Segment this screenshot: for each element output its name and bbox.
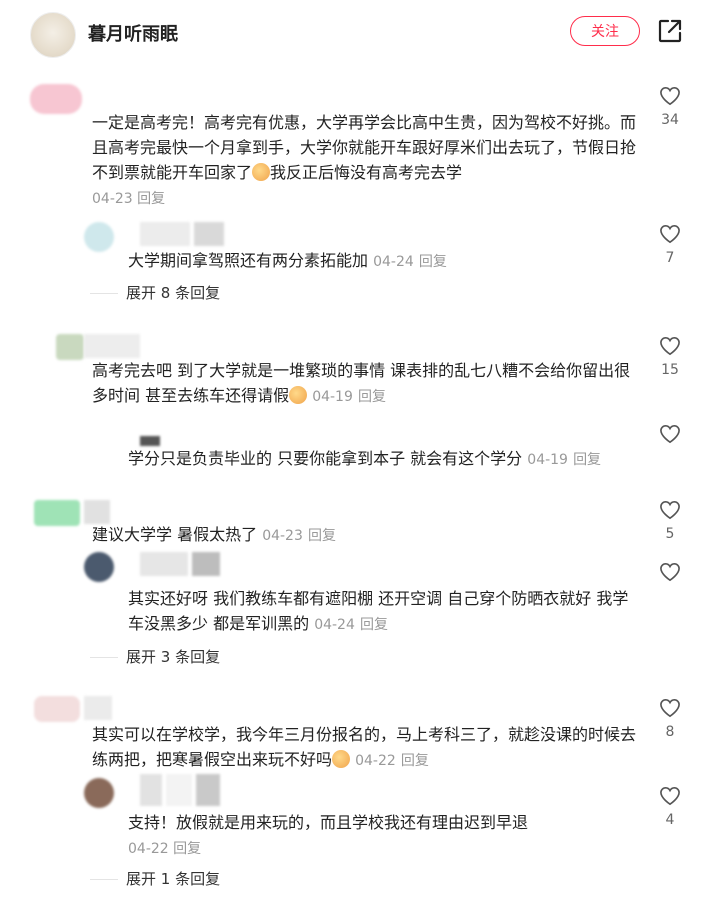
username-redacted	[84, 334, 140, 358]
heart-icon	[660, 336, 680, 356]
reply-button[interactable]: 回复	[573, 452, 601, 468]
username-redacted	[84, 696, 112, 720]
comment-date: 04-23	[92, 191, 133, 207]
divider	[90, 293, 118, 294]
like-count: 4	[665, 812, 675, 828]
comment-meta: 04-22 回复	[128, 838, 201, 858]
comment-date: 04-24	[373, 254, 414, 270]
reply-button[interactable]: 回复	[137, 191, 165, 207]
reply-button[interactable]: 回复	[358, 389, 386, 405]
comment-date: 04-22	[128, 841, 169, 857]
heart-icon	[660, 562, 680, 582]
comment-text: 一定是高考完！高考完有优惠，大学再学会比高中生贵，因为驾校不好挑。而且高考完最快…	[92, 113, 637, 182]
heart-icon	[660, 224, 680, 244]
comment-date: 04-23	[262, 528, 303, 544]
follow-button[interactable]: 关注	[570, 16, 640, 46]
heart-icon	[660, 86, 680, 106]
comment-text: 其实可以在学校学，我今年三月份报名的，马上考科三了，就趁没课的时候去练两把，把寒…	[92, 725, 637, 769]
avatar[interactable]	[84, 222, 114, 252]
like-button[interactable]	[650, 562, 690, 582]
reply-text: 其实还好呀 我们教练车都有遮阳棚 还开空调 自己穿个防晒衣就好 我学车没黑多少 …	[128, 589, 629, 633]
comment-text: 高考完去吧 到了大学就是一堆繁琐的事情 课表排的乱七八糟不会给你留出很多时间 甚…	[92, 361, 631, 405]
divider	[90, 657, 118, 658]
like-count: 5	[665, 526, 675, 542]
avatar[interactable]	[34, 696, 80, 722]
reply-text: 大学期间拿驾照还有两分素拓能加 04-24 回复	[128, 251, 447, 270]
comment-date: 04-19	[527, 452, 568, 468]
author-avatar[interactable]	[30, 12, 76, 58]
expand-replies[interactable]: 展开 1 条回复	[90, 868, 220, 889]
like-button[interactable]: 15	[650, 336, 690, 378]
reply-text: 学分只是负责毕业的 只要你能拿到本子 就会有这个学分 04-19 回复	[128, 449, 602, 468]
reply-button[interactable]: 回复	[308, 528, 336, 544]
reply-button[interactable]: 回复	[360, 617, 388, 633]
divider	[90, 879, 118, 880]
comment-date: 04-24	[314, 617, 355, 633]
expand-replies[interactable]: 展开 3 条回复	[90, 646, 220, 667]
reply-button[interactable]: 回复	[419, 254, 447, 270]
share-icon[interactable]	[657, 18, 683, 44]
like-count: 8	[665, 724, 675, 740]
expand-replies[interactable]: 展开 8 条回复	[90, 282, 220, 303]
emoji-icon	[289, 386, 308, 404]
comment-date: 04-19	[312, 389, 353, 405]
like-count: 15	[661, 362, 679, 378]
avatar[interactable]	[84, 552, 114, 582]
heart-icon	[660, 698, 680, 718]
comment-meta: 04-23 回复	[92, 188, 165, 208]
avatar[interactable]	[84, 778, 114, 808]
emoji-icon	[252, 163, 271, 181]
avatar[interactable]	[34, 500, 80, 526]
like-button[interactable]: 7	[650, 224, 690, 266]
like-button[interactable]: 5	[650, 500, 690, 542]
avatar[interactable]	[56, 334, 84, 360]
emoji-icon	[332, 750, 351, 768]
username-redacted	[140, 774, 220, 806]
like-button[interactable]: 8	[650, 698, 690, 740]
comment-date: 04-22	[355, 753, 396, 769]
reply-text: 支持！放假就是用来玩的，而且学校我还有理由迟到早退	[128, 813, 529, 832]
username-redacted	[140, 222, 224, 246]
comment-text: 建议大学学 暑假太热了 04-23 回复	[92, 525, 336, 544]
heart-icon	[660, 424, 680, 444]
like-button[interactable]: 34	[650, 86, 690, 128]
reply-button[interactable]: 回复	[173, 841, 201, 857]
username-redacted	[140, 436, 160, 446]
avatar[interactable]	[30, 84, 82, 114]
author-name[interactable]: 暮月听雨眠	[88, 20, 178, 46]
heart-icon	[660, 500, 680, 520]
like-count: 7	[665, 250, 675, 266]
like-count: 34	[661, 112, 679, 128]
heart-icon	[660, 786, 680, 806]
reply-button[interactable]: 回复	[401, 753, 429, 769]
like-button[interactable]	[650, 424, 690, 444]
username-redacted	[140, 552, 220, 576]
like-button[interactable]: 4	[650, 786, 690, 828]
username-redacted	[84, 500, 110, 524]
